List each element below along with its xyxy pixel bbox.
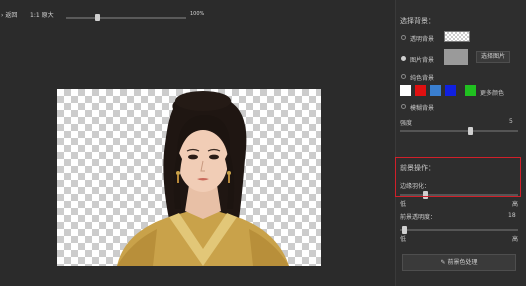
opacity-value: 18 xyxy=(508,212,516,219)
option-solid-label: 纯色背景 xyxy=(410,75,435,82)
blur-strength-value: 5 xyxy=(509,118,513,125)
back-label: 返回 xyxy=(5,12,18,19)
foreground-highlight-box xyxy=(395,157,521,197)
opacity-slider-track[interactable] xyxy=(400,229,518,231)
more-colors-link[interactable]: 更多颜色 xyxy=(480,88,504,97)
option-image-label: 图片背景 xyxy=(410,57,435,64)
option-transparent-label: 透明背景 xyxy=(410,36,435,43)
radio-solid-bg[interactable] xyxy=(401,74,406,79)
swatch-red[interactable] xyxy=(415,85,426,96)
zoom-value: 100% xyxy=(190,11,205,17)
image-preview xyxy=(444,49,468,65)
background-section-title: 选择背景： xyxy=(400,17,435,25)
settings-panel: 选择背景： 透明背景 图片背景 选择图片 纯色背景 更多颜色 模糊背景 强度 5… xyxy=(395,0,526,286)
foreground-restore-button[interactable]: ✎ 前景色处理 xyxy=(402,254,516,271)
swatch-blue[interactable] xyxy=(445,85,456,96)
brush-icon: ✎ xyxy=(440,259,446,266)
blur-slider-track[interactable] xyxy=(400,130,518,132)
zoom-slider-track[interactable] xyxy=(66,17,186,19)
radio-blur-bg[interactable] xyxy=(401,104,406,109)
blur-slider-thumb[interactable] xyxy=(467,127,473,135)
opacity-low-label: 低 xyxy=(400,236,407,243)
edge-high-label: 高 xyxy=(512,201,519,208)
opacity-label: 前景透明度： xyxy=(400,214,437,221)
zoom-slider-thumb[interactable] xyxy=(94,14,100,21)
toolbar: › 返回 1:1 原大 100% xyxy=(0,6,395,22)
opacity-high-label: 高 xyxy=(512,236,519,243)
back-button[interactable]: › 返回 xyxy=(1,10,17,19)
edge-low-label: 低 xyxy=(400,201,407,208)
chevron-left-icon: › xyxy=(1,12,4,19)
foreground-restore-label: 前景色处理 xyxy=(447,259,478,266)
preview-canvas[interactable] xyxy=(57,89,321,266)
swatch-white[interactable] xyxy=(400,85,411,96)
option-blur-label: 模糊背景 xyxy=(410,105,435,112)
radio-transparent-bg[interactable] xyxy=(401,35,406,40)
select-image-button[interactable]: 选择图片 xyxy=(476,51,510,63)
swatch-green[interactable] xyxy=(465,85,476,96)
transparent-preview xyxy=(444,31,470,42)
opacity-slider-thumb[interactable] xyxy=(402,226,408,234)
blur-strength-label: 强度 xyxy=(400,120,413,127)
zoom-actual-button[interactable]: 1:1 原大 xyxy=(30,10,54,19)
portrait-image xyxy=(117,91,289,266)
swatch-light-blue[interactable] xyxy=(430,85,441,96)
radio-image-bg[interactable] xyxy=(401,56,406,61)
